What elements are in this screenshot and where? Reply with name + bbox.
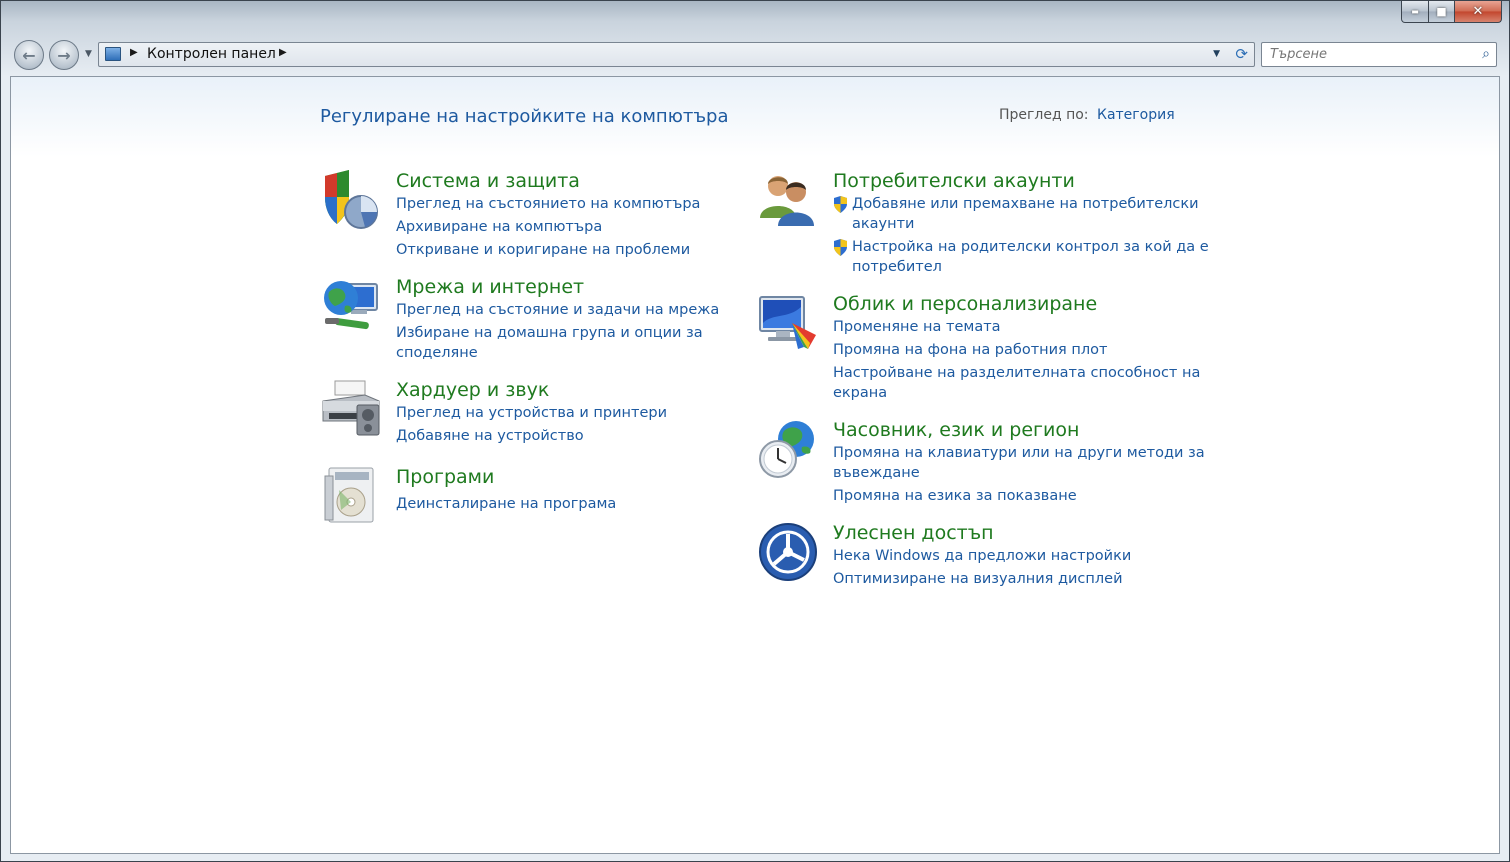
task-link[interactable]: Деинсталиране на програма [396, 494, 616, 514]
search-box[interactable]: ⌕ [1261, 42, 1497, 67]
task-link[interactable]: Преглед на състояние и задачи на мрежа [396, 300, 719, 320]
control-panel-icon [105, 47, 121, 61]
appearance-icon[interactable] [758, 293, 818, 353]
category-programs: Програми Деинсталиране на програма [321, 466, 721, 536]
caption-buttons: ▬ ■ ✕ [1401, 1, 1502, 23]
ease-of-access-icon[interactable] [758, 522, 818, 582]
system-security-icon[interactable] [321, 170, 381, 230]
category-ease-of-access: Улеснен достъп Нека Windows да предложи … [758, 522, 1198, 592]
control-panel-window: ▬ ■ ✕ ← → ▼ ▶ Контролен панел ▶ ▼ ⟳ ⌕ Ре… [0, 0, 1510, 862]
address-dropdown-icon[interactable]: ▼ [1213, 49, 1220, 59]
task-link[interactable]: въвеждане [833, 463, 920, 483]
programs-icon[interactable] [321, 466, 381, 526]
task-link[interactable]: Откриване и коригиране на проблеми [396, 240, 690, 260]
category-title[interactable]: Облик и персонализиране [833, 293, 1097, 315]
category-system-security: Система и защита Преглед на състоянието … [321, 170, 721, 260]
uac-shield-icon [834, 196, 847, 213]
address-bar[interactable]: ▶ Контролен панел ▶ ▼ ⟳ [98, 42, 1255, 67]
category-appearance: Облик и персонализиране Променяне на тем… [758, 293, 1200, 403]
maximize-button[interactable]: ■ [1429, 1, 1455, 23]
view-by-dropdown[interactable]: Категория [1097, 107, 1175, 123]
task-link[interactable]: потребител [852, 257, 942, 277]
task-link[interactable]: Настройване на разделителната способност… [833, 363, 1200, 383]
task-link[interactable]: Архивиране на компютъра [396, 217, 602, 237]
minimize-button[interactable]: ▬ [1401, 1, 1429, 23]
close-button[interactable]: ✕ [1455, 1, 1502, 23]
task-link[interactable]: Промяна на фона на работния плот [833, 340, 1107, 360]
network-internet-icon[interactable] [321, 276, 381, 336]
task-link[interactable]: екрана [833, 383, 887, 403]
task-link[interactable]: Добавяне или премахване на потребителски [852, 194, 1199, 214]
forward-button[interactable]: → [49, 40, 79, 70]
category-title[interactable]: Потребителски акаунти [833, 170, 1075, 192]
task-link[interactable]: Добавяне на устройство [396, 426, 584, 446]
category-clock-language-region: Часовник, език и регион Промяна на клави… [758, 419, 1205, 509]
task-link[interactable]: Настройка на родителски контрол за кой д… [852, 237, 1209, 257]
breadcrumb-arrow-icon[interactable]: ▶ [130, 47, 138, 58]
category-title[interactable]: Програми [396, 466, 494, 488]
uac-shield-icon [834, 239, 847, 256]
category-title[interactable]: Система и защита [396, 170, 580, 192]
task-link[interactable]: Преглед на състоянието на компютъра [396, 194, 700, 214]
category-title[interactable]: Улеснен достъп [833, 522, 994, 544]
back-button[interactable]: ← [14, 40, 44, 70]
task-link[interactable]: Промяна на клавиатури или на други метод… [833, 443, 1205, 463]
category-hardware-sound: Хардуер и звук Преглед на устройства и п… [321, 379, 721, 449]
maximize-icon: ■ [1436, 5, 1447, 18]
task-link[interactable]: Промяна на езика за показване [833, 486, 1077, 506]
search-input[interactable] [1270, 46, 1470, 63]
refresh-icon[interactable]: ⟳ [1235, 45, 1248, 63]
task-link[interactable]: Избиране на домашна група и опции за [396, 323, 703, 343]
close-icon: ✕ [1472, 4, 1484, 19]
task-link[interactable]: Нека Windows да предложи настройки [833, 546, 1131, 566]
view-by-label: Преглед по: [999, 107, 1089, 123]
task-link[interactable]: акаунти [852, 214, 914, 234]
hardware-sound-icon[interactable] [321, 379, 381, 439]
task-link[interactable]: Оптимизиране на визуалния дисплей [833, 569, 1123, 589]
back-arrow-icon: ← [22, 45, 36, 65]
category-network-internet: Мрежа и интернет Преглед на състояние и … [321, 276, 721, 366]
category-title[interactable]: Хардуер и звук [396, 379, 549, 401]
category-user-accounts: Потребителски акаунти Добавяне или према… [758, 170, 1209, 280]
recent-pages-dropdown-icon[interactable]: ▼ [85, 49, 92, 59]
breadcrumb-arrow-icon[interactable]: ▶ [279, 47, 287, 58]
task-link[interactable]: споделяне [396, 343, 478, 363]
task-link[interactable]: Променяне на темата [833, 317, 1001, 337]
clock-language-icon[interactable] [758, 419, 818, 479]
header-gradient [11, 77, 1499, 157]
breadcrumb-control-panel[interactable]: Контролен панел [147, 46, 276, 62]
category-title[interactable]: Мрежа и интернет [396, 276, 584, 298]
minimize-icon: ▬ [1411, 7, 1419, 16]
content-pane: Регулиране на настройките на компютъра П… [10, 76, 1500, 854]
category-title[interactable]: Часовник, език и регион [833, 419, 1079, 441]
forward-arrow-icon: → [57, 45, 71, 65]
task-link[interactable]: Преглед на устройства и принтери [396, 403, 667, 423]
user-accounts-icon[interactable] [758, 170, 818, 230]
search-icon[interactable]: ⌕ [1482, 46, 1490, 62]
page-title: Регулиране на настройките на компютъра [320, 106, 729, 127]
